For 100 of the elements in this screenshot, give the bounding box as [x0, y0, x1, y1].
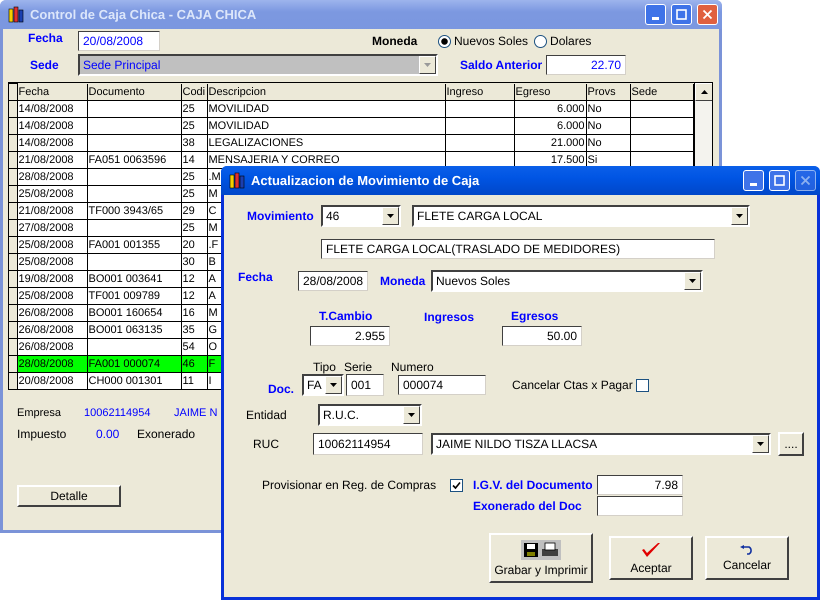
table-cell: 14/08/2008: [17, 118, 87, 134]
table-cell: 25: [181, 220, 207, 236]
table-cell: MOVILIDAD: [207, 100, 445, 118]
column-header[interactable]: Ingreso: [445, 84, 514, 100]
table-cell: 25/08/2008: [17, 186, 87, 202]
company-name: JAIME N: [174, 407, 218, 419]
field-label: Exonerado del Doc: [473, 499, 583, 513]
table-cell: 21.000: [514, 134, 586, 152]
ruc-field[interactable]: 10062114954: [313, 433, 423, 455]
table-cell: 25/08/2008: [17, 254, 87, 270]
table-cell: 46: [181, 356, 207, 372]
description-field[interactable]: FLETE CARGA LOCAL(TRASLADO DE MEDIDORES): [321, 239, 715, 259]
column-header[interactable]: Provs: [586, 84, 630, 100]
column-header[interactable]: Egreso: [514, 84, 586, 100]
minimize-button[interactable]: [743, 170, 764, 191]
table-cell: FA001 001355: [87, 236, 181, 254]
table-cell: No: [586, 100, 630, 118]
field-label: Tipo: [313, 360, 337, 374]
exempt-field[interactable]: [597, 496, 683, 516]
table-cell: FA001 000074: [87, 356, 181, 372]
accept-button[interactable]: Aceptar: [609, 536, 693, 580]
field-label: Entidad: [246, 408, 288, 422]
radio-button[interactable]: [438, 34, 451, 48]
radio-label[interactable]: Nuevos Soles: [454, 34, 528, 48]
igv-field[interactable]: 7.98: [597, 475, 683, 495]
close-icon: [702, 9, 713, 20]
minimize-button[interactable]: [645, 4, 666, 25]
table-cell: 16: [181, 304, 207, 322]
table-cell: 25: [181, 118, 207, 134]
maximize-button[interactable]: [769, 170, 790, 191]
window-title: Control de Caja Chica - CAJA CHICA: [30, 7, 258, 22]
table-cell: MOVILIDAD: [207, 118, 445, 134]
table-cell: 14/08/2008: [17, 134, 87, 152]
field-label: RUC: [253, 437, 280, 451]
table-cell: 38: [181, 134, 207, 152]
maximize-icon: [676, 9, 687, 20]
table-cell: 12: [181, 288, 207, 304]
save-print-button[interactable]: Grabar y Imprimir: [489, 533, 593, 583]
field-label: Empresa: [17, 407, 62, 419]
up-arrow-icon: [700, 90, 708, 94]
radio-button[interactable]: [534, 34, 548, 48]
table-cell: 25: [181, 186, 207, 202]
column-header[interactable]: Codi: [181, 84, 207, 100]
maximize-button[interactable]: [671, 4, 692, 25]
checkbox[interactable]: [636, 378, 649, 392]
column-header[interactable]: Documento: [87, 84, 181, 100]
table-cell: 21/08/2008: [17, 152, 87, 168]
field-label: Exonerado: [137, 427, 196, 441]
checkmark-icon: [641, 542, 661, 558]
table-cell: BO001 063135: [87, 322, 181, 338]
table-cell: No: [586, 134, 630, 152]
column-header[interactable]: Fecha: [17, 84, 87, 100]
table-cell: 26/08/2008: [17, 304, 87, 322]
radio-label[interactable]: Dolares: [550, 34, 592, 48]
checkbox[interactable]: [450, 478, 463, 492]
column-header[interactable]: Sede: [630, 84, 693, 100]
close-icon: [800, 175, 811, 186]
table-cell: TF000 3943/65: [87, 202, 181, 220]
table-cell: No: [586, 118, 630, 134]
table-cell: 11: [181, 372, 207, 389]
browse-button[interactable]: ....: [778, 432, 804, 456]
field-label: Numero: [391, 360, 434, 374]
caret-icon: [757, 442, 764, 446]
supplier-dropdown[interactable]: JAIME NILDO TISZA LLACSA: [431, 433, 771, 455]
table-cell: 6.000: [514, 118, 586, 134]
currency-dropdown[interactable]: Nuevos Soles: [431, 270, 703, 292]
expense-field[interactable]: 50.00: [502, 326, 582, 346]
field-label: Egresos: [511, 309, 558, 323]
minimize-icon: [652, 17, 659, 20]
field-label: Fecha: [28, 31, 64, 45]
table-cell: 14: [181, 152, 207, 168]
entity-dropdown[interactable]: R.U.C.: [318, 404, 422, 426]
minimize-icon: [750, 183, 757, 186]
table-cell: 25: [181, 100, 207, 118]
table-cell: 12: [181, 270, 207, 288]
series-field[interactable]: 001: [346, 374, 384, 396]
table-cell: 30: [181, 254, 207, 270]
table-cell: 26/08/2008: [17, 322, 87, 338]
balance-field[interactable]: 22.70: [546, 55, 626, 75]
table-cell: 54: [181, 338, 207, 356]
maximize-icon: [774, 175, 785, 186]
number-field[interactable]: 000074: [398, 375, 486, 395]
field-label: I.G.V. del Documento: [473, 478, 594, 492]
type-dropdown[interactable]: FA: [302, 374, 344, 396]
column-header[interactable]: Descripcion: [207, 84, 445, 100]
detail-button[interactable]: Detalle: [17, 485, 121, 507]
table-cell: 25/08/2008: [17, 236, 87, 254]
movement-dropdown[interactable]: FLETE CARGA LOCAL: [412, 205, 750, 227]
table-cell: 35: [181, 322, 207, 338]
exchange-rate-field[interactable]: 2.955: [310, 326, 390, 346]
caret-icon: [424, 63, 431, 67]
code-dropdown[interactable]: 46: [321, 205, 401, 227]
books-icon: [8, 6, 25, 23]
cancel-button[interactable]: Cancelar: [705, 536, 789, 580]
date-field[interactable]: 20/08/2008: [78, 31, 160, 51]
table-cell: 21/08/2008: [17, 202, 87, 220]
table-cell: 19/08/2008: [17, 270, 87, 288]
table-cell: 20: [181, 236, 207, 254]
close-button[interactable]: [697, 4, 718, 25]
date-field[interactable]: 28/08/2008: [298, 271, 368, 291]
